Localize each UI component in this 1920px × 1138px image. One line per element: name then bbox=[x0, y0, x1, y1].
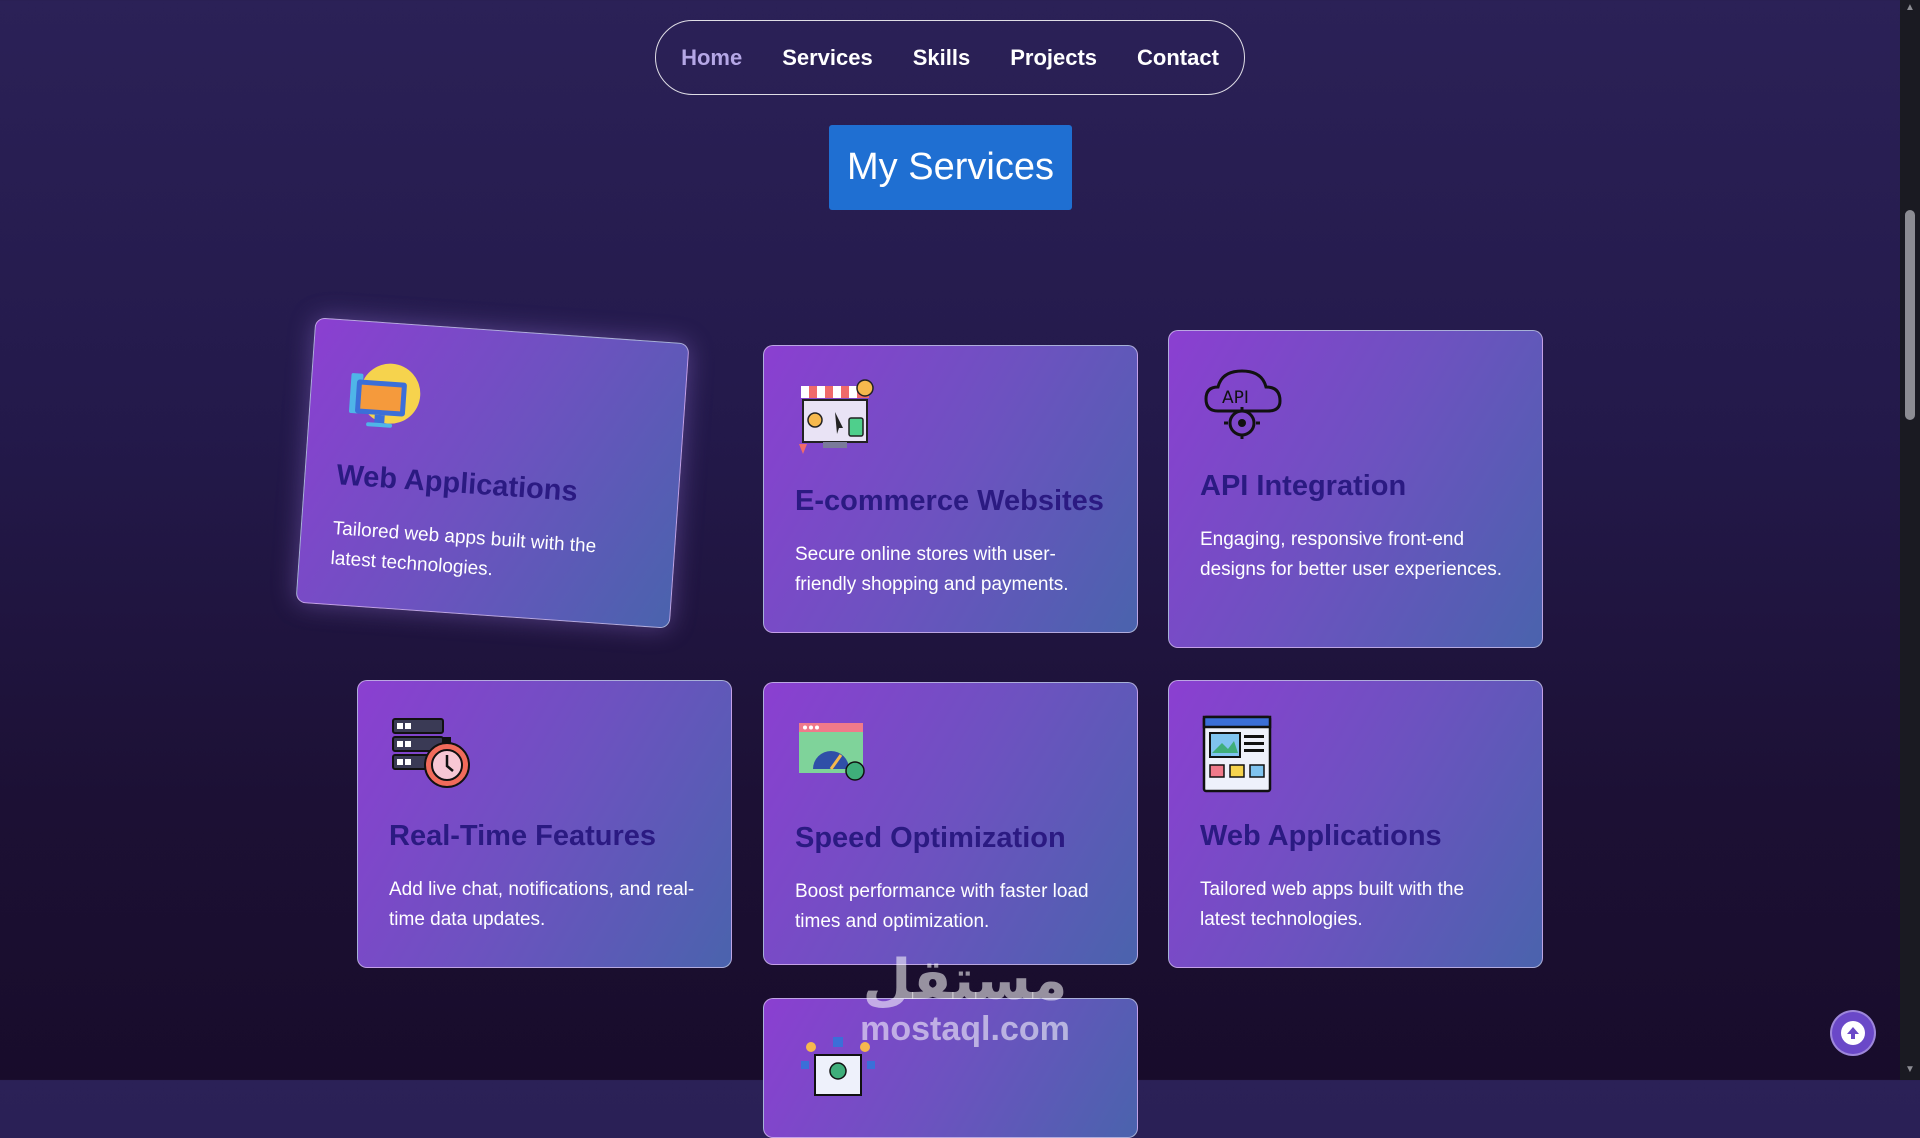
nav-skills[interactable]: Skills bbox=[913, 45, 970, 71]
arrow-up-icon bbox=[1841, 1021, 1865, 1045]
service-card-ecommerce[interactable]: E-commerce Websites Secure online stores… bbox=[763, 345, 1138, 633]
card-title: Web Applications bbox=[335, 459, 579, 508]
vertical-scrollbar[interactable]: ▲ ▼ bbox=[1900, 0, 1920, 1080]
card-title: Web Applications bbox=[1200, 820, 1442, 852]
scroll-down-arrow-icon[interactable]: ▼ bbox=[1904, 1064, 1916, 1076]
web-layout-icon bbox=[1202, 715, 1272, 793]
nav-projects[interactable]: Projects bbox=[1010, 45, 1097, 71]
service-card-api[interactable]: API API Integration Engaging, responsive… bbox=[1168, 330, 1543, 648]
speedometer-browser-icon bbox=[799, 723, 865, 781]
monitor-icon bbox=[348, 363, 421, 428]
card-title: Real-Time Features bbox=[389, 820, 657, 852]
section-title: My Services bbox=[829, 125, 1072, 210]
svg-text:API: API bbox=[1222, 388, 1249, 408]
scroll-to-top-button[interactable] bbox=[1830, 1010, 1876, 1056]
server-stopwatch-icon bbox=[392, 718, 470, 788]
service-card-web-apps-2[interactable]: Web Applications Tailored web apps built… bbox=[1168, 680, 1543, 968]
main-nav: Home Services Skills Projects Contact bbox=[655, 20, 1245, 95]
watermark-arabic: مستقل bbox=[862, 948, 1068, 1011]
card-title: E-commerce Websites bbox=[795, 485, 1104, 517]
card-description: Add live chat, notifications, and real-t… bbox=[389, 879, 695, 930]
service-card-web-apps[interactable]: Web Applications Tailored web apps built… bbox=[295, 317, 690, 629]
card-title: API Integration bbox=[1200, 470, 1407, 502]
nav-home[interactable]: Home bbox=[681, 45, 742, 71]
card-description: Tailored web apps built with the latest … bbox=[1200, 879, 1465, 930]
storefront-icon bbox=[799, 379, 874, 454]
card-description: Boost performance with faster load times… bbox=[795, 881, 1089, 932]
nav-services[interactable]: Services bbox=[782, 45, 873, 71]
scroll-up-arrow-icon[interactable]: ▲ bbox=[1904, 2, 1916, 14]
service-card-realtime[interactable]: Real-Time Features Add live chat, notifi… bbox=[357, 680, 732, 968]
card-title: Speed Optimization bbox=[795, 822, 1066, 854]
card-description: Secure online stores with user-friendly … bbox=[795, 544, 1069, 595]
watermark: مستقل mostaql.com bbox=[840, 948, 1090, 1049]
watermark-latin: mostaql.com bbox=[860, 1010, 1070, 1048]
api-cloud-gear-icon: API bbox=[1204, 369, 1282, 439]
card-description: Engaging, responsive front-end designs f… bbox=[1200, 529, 1503, 580]
service-card-speed[interactable]: Speed Optimization Boost performance wit… bbox=[763, 682, 1138, 965]
card-description: Tailored web apps built with the latest … bbox=[329, 518, 597, 581]
scrollbar-thumb[interactable] bbox=[1905, 210, 1915, 420]
nav-contact[interactable]: Contact bbox=[1137, 45, 1219, 71]
